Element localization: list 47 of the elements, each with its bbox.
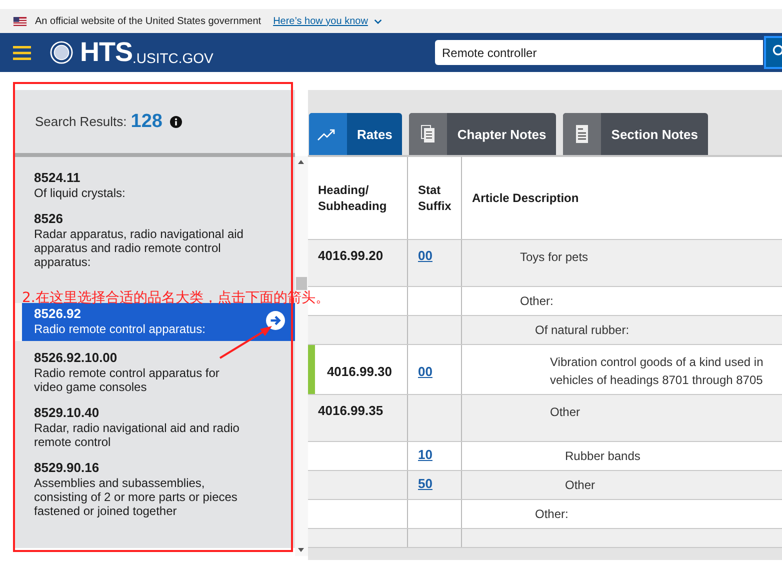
search-field[interactable]: Remote controller [435,40,763,65]
info-icon[interactable] [170,116,182,128]
result-item[interactable]: 8529.10.40 Radar, radio navigational aid and radio remote control [14,404,295,459]
result-item[interactable]: 8526.92 Radio remote control apparatus: [14,303,295,341]
article-description: Vibration control goods of a kind used in vehicles of headings 8701 through 8705 [549,354,764,389]
site-domain-text: .USITC.GOV [132,50,214,66]
results-count: 128 [130,110,162,132]
article-description: Other [564,477,596,494]
stat-suffix-link[interactable]: 00 [418,364,432,378]
stat-suffix-link[interactable]: 00 [418,248,432,263]
article-description: Other: [519,293,554,310]
article-description: Other [549,404,582,421]
heading-number: 4016.99.35 [318,403,384,418]
flag-icon [13,16,27,26]
result-item[interactable]: 8529.90.16 Assemblies and subassemblies, consisting of 2 or more parts or pieces fastened or joined together [14,459,295,528]
result-item[interactable]: 8526.92.10.00 Radio remote control apparatus for video game consoles [14,349,295,404]
column-header: Stat Suffix [418,182,452,214]
result-item[interactable]: 8524.11 Of liquid crystals: [14,169,295,210]
article-description: Toys for pets [519,249,590,266]
heading-number: 4016.99.30 [326,364,392,378]
site-logo-text: HTS [80,37,132,68]
stat-suffix-link[interactable]: 10 [418,447,432,462]
stat-suffix-link[interactable]: 50 [418,476,432,491]
banner-link[interactable]: Here’s how you know [273,16,368,26]
annotation-arrow [218,324,274,360]
column-header: Article Description [472,191,579,205]
tab[interactable]: Section Notes [563,113,708,155]
search-icon [772,44,782,58]
scroll-down-icon[interactable] [298,548,304,552]
article-description: Rubber bands [564,448,642,465]
caret-icon [374,18,382,24]
documents-icon [421,125,436,143]
document-icon [576,125,588,143]
result-item[interactable]: 8526 Radar apparatus, radio navigational aid apparatus and radio remote control apparatus: [14,210,295,279]
banner-text: An official website of the United States government [35,16,262,26]
tab[interactable]: Chapter Notes [409,113,556,155]
article-description: Of natural rubber: [534,322,630,339]
scroll-up-icon[interactable] [298,160,304,164]
scrollbar-thumb[interactable] [296,277,307,290]
article-description: Other: [534,506,570,523]
heading-number: 4016.99.20 [318,248,384,263]
seal-icon [50,41,73,64]
results-label: Search Results: [35,114,127,129]
menu-icon[interactable] [13,46,31,60]
arrow-right-icon[interactable] [266,311,285,330]
tab[interactable]: Rates [309,113,402,155]
column-header: Heading/ Subheading [318,182,388,214]
